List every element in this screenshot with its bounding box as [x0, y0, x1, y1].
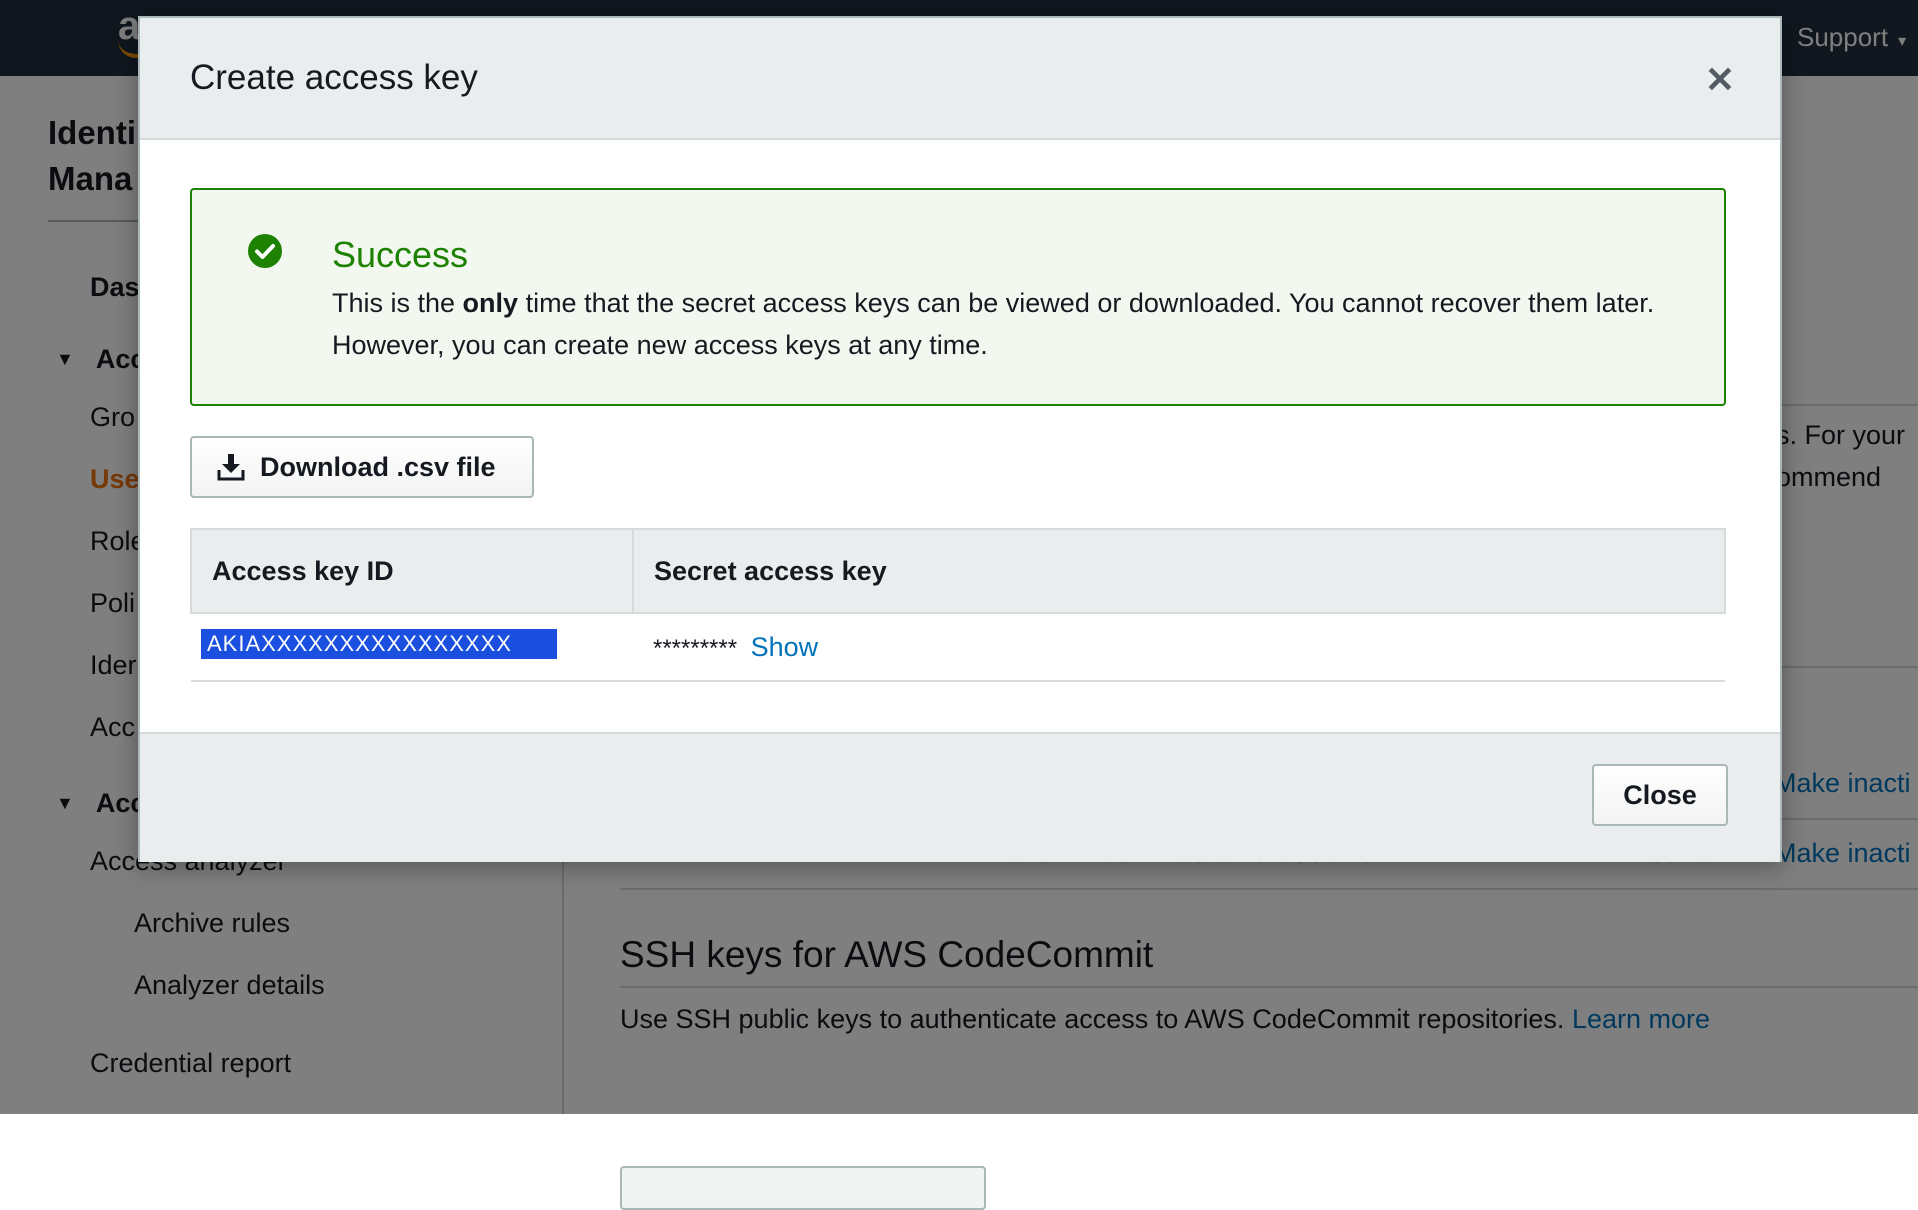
dialog-header: Create access key ✕	[140, 18, 1780, 140]
create-access-key-dialog: Create access key ✕ Success This is the …	[138, 16, 1782, 862]
success-message: This is the only time that the secret ac…	[332, 282, 1672, 366]
show-secret-link[interactable]: Show	[751, 632, 819, 662]
table-row: AKIAXXXXXXXXXXXXXXXX ********* Show	[191, 613, 1725, 682]
success-message-part: time that the secret access keys can be …	[332, 288, 1655, 360]
check-circle-icon	[248, 234, 282, 268]
secret-access-key-cell: ********* Show	[633, 613, 1725, 682]
success-message-emphasis: only	[462, 288, 519, 318]
success-message-part: This is the	[332, 288, 463, 318]
success-title: Success	[332, 234, 469, 275]
success-alert: Success This is the only time that the s…	[190, 188, 1726, 406]
table-header-row: Access key ID Secret access key	[190, 528, 1726, 614]
download-csv-label: Download .csv file	[260, 451, 496, 482]
download-icon	[217, 454, 245, 481]
secret-key-mask: *********	[653, 634, 738, 662]
download-csv-button[interactable]: Download .csv file	[190, 436, 534, 498]
upload-ssh-key-button[interactable]	[620, 1166, 986, 1210]
close-icon[interactable]: ✕	[1702, 62, 1738, 98]
access-key-id-value[interactable]: AKIAXXXXXXXXXXXXXXXX	[201, 628, 557, 659]
column-header-secret-access-key: Secret access key	[632, 528, 1726, 614]
access-keys-table: Access key ID Secret access key AKIAXXXX…	[190, 528, 1726, 682]
column-header-access-key-id: Access key ID	[190, 528, 634, 614]
dialog-title: Create access key	[190, 58, 478, 97]
access-key-id-cell: AKIAXXXXXXXXXXXXXXXX	[191, 613, 633, 682]
dialog-footer: Close	[140, 732, 1780, 862]
close-button[interactable]: Close	[1592, 764, 1728, 826]
